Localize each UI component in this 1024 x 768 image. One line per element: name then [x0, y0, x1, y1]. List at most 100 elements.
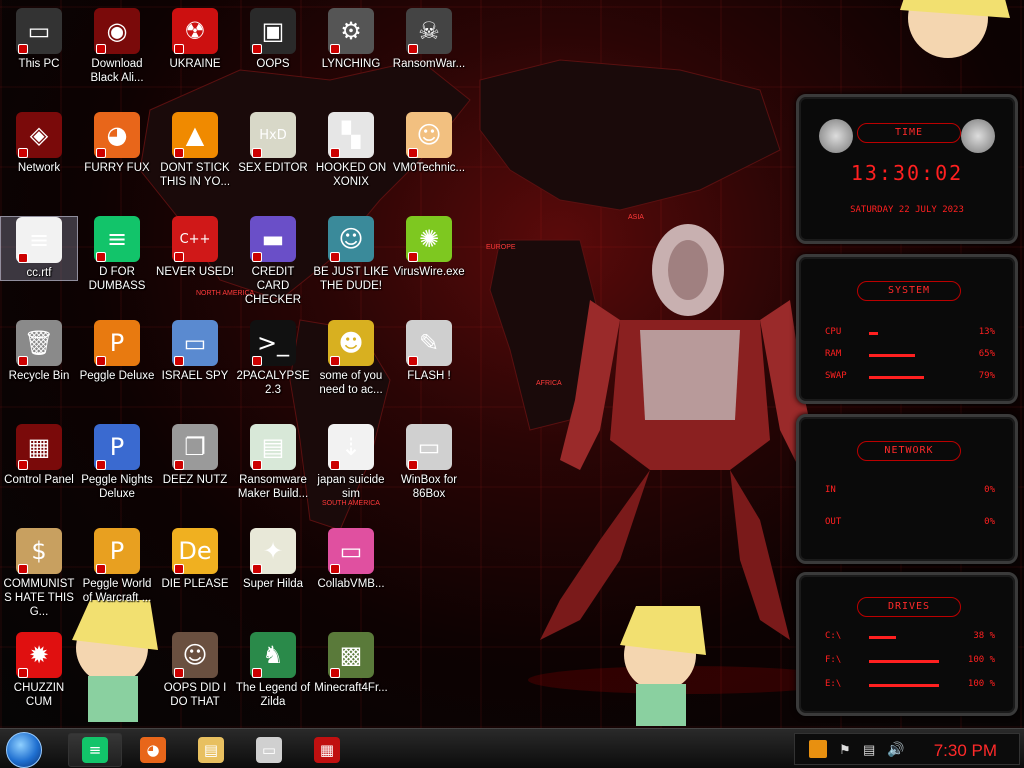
- devcpp-icon: C++: [172, 216, 218, 262]
- desktop-icon[interactable]: ❐ DEEZ NUTZ: [156, 424, 234, 487]
- shortcut-arrow-icon: [252, 564, 262, 574]
- desktop-icon-label: Download Black Ali...: [90, 58, 144, 84]
- desktop-icon[interactable]: ☢ UKRAINE: [156, 8, 234, 71]
- desktop-icon[interactable]: ✎ FLASH !: [390, 320, 468, 383]
- desktop-icon-label: D FOR DUMBASS: [88, 266, 146, 292]
- desktop-icon[interactable]: ☺ VM0Technic...: [390, 112, 468, 175]
- drives-gadget[interactable]: DRIVES C:\ 38 % F:\ 100 % E:\ 100 %: [796, 572, 1018, 716]
- shortcut-arrow-icon: [408, 252, 418, 262]
- desktop-icon[interactable]: $ COMMUNISTS HATE THIS G...: [0, 528, 78, 619]
- desktop-icon[interactable]: De DIE PLEASE: [156, 528, 234, 591]
- desktop-icon[interactable]: ☺ BE JUST LIKE THE DUDE!: [312, 216, 390, 293]
- icon-glyph: P: [109, 537, 125, 565]
- control-panel-icon: ▦: [16, 424, 62, 470]
- volume-icon[interactable]: 🔊: [887, 741, 904, 758]
- desktop-icon-label: FURRY FUX: [84, 162, 150, 174]
- shortcut-arrow-icon: [330, 44, 340, 54]
- taskbar-app-control-panel[interactable]: ▦: [300, 733, 354, 767]
- icon-glyph: ▭: [183, 329, 207, 357]
- desktop-icon[interactable]: ▭ CollabVMB...: [312, 528, 390, 591]
- desktop-icon[interactable]: ▭ This PC: [0, 8, 78, 71]
- system-gadget[interactable]: SYSTEM CPU 13% RAM 65% SWAP 79%: [796, 254, 1018, 404]
- desktop-icon[interactable]: ≡ D FOR DUMBASS: [78, 216, 156, 293]
- taskbar-clock[interactable]: 7:30 PM: [934, 741, 997, 761]
- icon-glyph: ✺: [418, 225, 440, 253]
- desktop-icon[interactable]: P Peggle World of Warcraft ...: [78, 528, 156, 605]
- desktop-icon-label: some of you need to ac...: [319, 370, 383, 396]
- icon-glyph: ◉: [106, 17, 128, 45]
- desktop-icon[interactable]: ✺ VirusWire.exe: [390, 216, 468, 279]
- desktop-icon-label: The Legend of Zilda: [235, 682, 311, 708]
- desktop-icon[interactable]: ▩ Minecraft4Fr...: [312, 632, 390, 695]
- desktop-icon-label: Control Panel: [4, 474, 74, 486]
- network-icon: ◈: [16, 112, 62, 158]
- shortcut-arrow-icon: [18, 668, 28, 678]
- desktop-icon[interactable]: >_ 2PACALYPSE 2.3: [234, 320, 312, 397]
- icon-glyph: ♞: [262, 641, 284, 669]
- gadget-row-value: 0%: [984, 485, 995, 495]
- gadget-row-key: F:\: [825, 655, 842, 665]
- shortcut-arrow-icon: [252, 460, 262, 470]
- system-title: SYSTEM: [857, 281, 961, 301]
- network-tray-icon[interactable]: ▤: [863, 742, 875, 758]
- network-gadget[interactable]: NETWORK IN 0% OUT 0%: [796, 414, 1018, 564]
- icon-glyph: P: [109, 433, 125, 461]
- icon-glyph: P: [109, 329, 125, 357]
- desktop-icon[interactable]: ◕ FURRY FUX: [78, 112, 156, 175]
- alien-head-icon-left: [819, 119, 853, 153]
- shortcut-arrow-icon: [330, 668, 340, 678]
- desktop-icon-label: Peggle Deluxe: [79, 370, 155, 382]
- desktop-icon[interactable]: ▦ Control Panel: [0, 424, 78, 487]
- desktop-icon[interactable]: ▭ WinBox for 86Box: [390, 424, 468, 501]
- icon-glyph: >_: [256, 329, 290, 357]
- usage-bar: [869, 332, 878, 335]
- desktop-icon[interactable]: C++ NEVER USED!: [156, 216, 234, 279]
- desktop-icon[interactable]: ▤ Ransomware Maker Build...: [234, 424, 312, 501]
- flag-icon[interactable]: ⚑: [839, 742, 851, 758]
- firefox-icon: ◕: [140, 737, 166, 763]
- system-tray: ⚑ ▤ 🔊 7:30 PM: [794, 733, 1020, 765]
- shortcut-arrow-icon: [174, 252, 184, 262]
- taskbar-app-winbox[interactable]: ▭: [242, 733, 296, 767]
- desktop-icon[interactable]: ♞ The Legend of Zilda: [234, 632, 312, 709]
- desktop-icon-label: DIE PLEASE: [161, 578, 229, 590]
- desktop-icon-label: This PC: [18, 58, 60, 70]
- desktop-icon-label: Super Hilda: [242, 578, 304, 590]
- taskbar-app-chat-app[interactable]: ≡: [68, 733, 122, 767]
- desktop-icon[interactable]: P Peggle Nights Deluxe: [78, 424, 156, 501]
- gadget-row-value: 65%: [978, 349, 995, 359]
- icon-glyph: ≡: [106, 225, 128, 253]
- desktop-icon[interactable]: ▣ OOPS: [234, 8, 312, 71]
- taskbar-app-firefox[interactable]: ◕: [126, 733, 180, 767]
- tray-app-icon[interactable]: [809, 740, 827, 758]
- desktop-icon[interactable]: ◈ Network: [0, 112, 78, 175]
- desktop-icon[interactable]: ✦ Super Hilda: [234, 528, 312, 591]
- desktop-icon[interactable]: ✹ CHUZZIN CUM: [0, 632, 78, 709]
- desktop-icon[interactable]: P Peggle Deluxe: [78, 320, 156, 383]
- desktop-icon[interactable]: 🗑 Recycle Bin: [0, 320, 78, 383]
- shortcut-arrow-icon: [174, 564, 184, 574]
- shortcut-arrow-icon: [174, 148, 184, 158]
- time-gadget[interactable]: TIME 13:30:02 SATURDAY 22 JULY 2023: [796, 94, 1018, 244]
- desktop-icon[interactable]: ▲ DONT STICK THIS IN YO...: [156, 112, 234, 189]
- desktop-icon[interactable]: ▚ HOOKED ON XONIX: [312, 112, 390, 189]
- desktop-icon[interactable]: ☺ OOPS DID I DO THAT: [156, 632, 234, 709]
- taskbar-app-file-explorer[interactable]: ▤: [184, 733, 238, 767]
- gadget-row: SWAP 79%: [825, 371, 995, 385]
- desktop-icon[interactable]: ☠ RansomWar...: [390, 8, 468, 71]
- desktop-icon[interactable]: ◉ Download Black Ali...: [78, 8, 156, 85]
- desktop-icon[interactable]: HxD SEX EDITOR: [234, 112, 312, 175]
- icon-glyph: De: [178, 537, 212, 565]
- start-button[interactable]: [6, 732, 42, 768]
- icon-glyph: ☺: [182, 641, 208, 669]
- desktop-icon[interactable]: ⇣ japan suicide sim: [312, 424, 390, 501]
- desktop-icon[interactable]: ▭ ISRAEL SPY: [156, 320, 234, 383]
- icon-glyph: ▩: [339, 641, 363, 669]
- icon-glyph: ▭: [417, 433, 441, 461]
- desktop-icon[interactable]: ≡ cc.rtf: [0, 216, 78, 281]
- desktop-icon[interactable]: ⚙ LYNCHING: [312, 8, 390, 71]
- gadget-row: RAM 65%: [825, 349, 995, 363]
- desktop-icon[interactable]: ☻ some of you need to ac...: [312, 320, 390, 397]
- desktop-icon[interactable]: ▬ CREDIT CARD CHECKER: [234, 216, 312, 307]
- icon-glyph: ▭: [27, 17, 51, 45]
